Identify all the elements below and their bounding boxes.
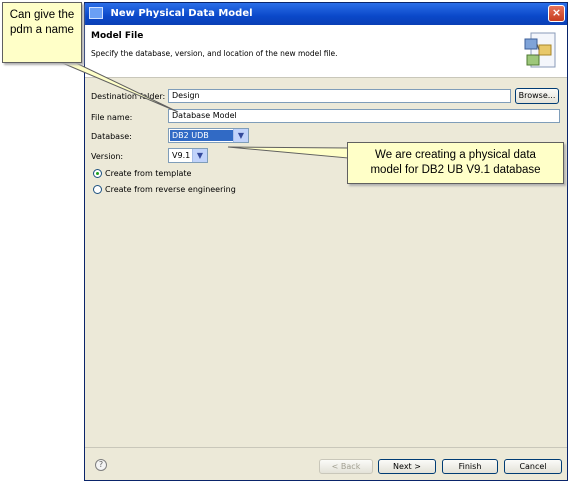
database-callout-line2: model for DB2 UB V9.1 database — [370, 164, 541, 176]
filename-callout-line2: pdm a name — [10, 24, 74, 36]
database-callout: We are creating a physical data model fo… — [347, 142, 564, 184]
file-name-field[interactable]: Database Model — [168, 109, 560, 123]
cancel-button[interactable]: Cancel — [504, 459, 562, 474]
database-selected-value: DB2 UDB — [170, 130, 234, 141]
chevron-down-icon[interactable]: ▼ — [192, 149, 207, 162]
version-selected-value: V9.1 — [172, 151, 191, 160]
database-callout-line1: We are creating a physical data — [375, 149, 536, 161]
wizard-header: Model File Specify the database, version… — [85, 25, 567, 78]
destination-folder-field[interactable]: Design — [168, 89, 511, 103]
help-icon[interactable]: ? — [95, 459, 107, 471]
database-label: Database: — [91, 132, 132, 141]
file-name-label: File name: — [91, 113, 133, 122]
radio-reverse-label: Create from reverse engineering — [105, 185, 236, 194]
radio-unchecked-icon[interactable] — [93, 185, 102, 194]
next-button[interactable]: Next > — [378, 459, 436, 474]
radio-create-from-reverse[interactable]: Create from reverse engineering — [93, 185, 236, 194]
page-title: Model File — [91, 31, 144, 41]
filename-callout: Can give the pdm a name — [2, 2, 82, 63]
title-bar[interactable]: New Physical Data Model × — [85, 3, 567, 25]
footer-separator — [85, 447, 567, 448]
dialog-title: New Physical Data Model — [110, 8, 253, 19]
finish-button[interactable]: Finish — [442, 459, 498, 474]
back-button[interactable]: < Back — [319, 459, 373, 474]
destination-folder-label: Destination folder: — [91, 92, 166, 101]
browse-button[interactable]: Browse... — [515, 88, 559, 104]
radio-template-label: Create from template — [105, 169, 192, 178]
version-dropdown[interactable]: V9.1 ▼ — [168, 148, 208, 163]
version-label: Version: — [91, 152, 124, 161]
close-button[interactable]: × — [548, 5, 565, 22]
page-description: Specify the database, version, and locat… — [91, 49, 338, 58]
database-dropdown[interactable]: DB2 UDB ▼ — [168, 128, 249, 143]
data-model-icon — [524, 32, 556, 68]
dialog-app-icon — [89, 7, 103, 19]
chevron-down-icon[interactable]: ▼ — [233, 129, 248, 142]
radio-checked-icon[interactable] — [93, 169, 102, 178]
radio-create-from-template[interactable]: Create from template — [93, 169, 191, 178]
filename-callout-line1: Can give the — [9, 9, 75, 21]
new-physical-data-model-dialog: New Physical Data Model × Model File Spe… — [84, 2, 568, 481]
